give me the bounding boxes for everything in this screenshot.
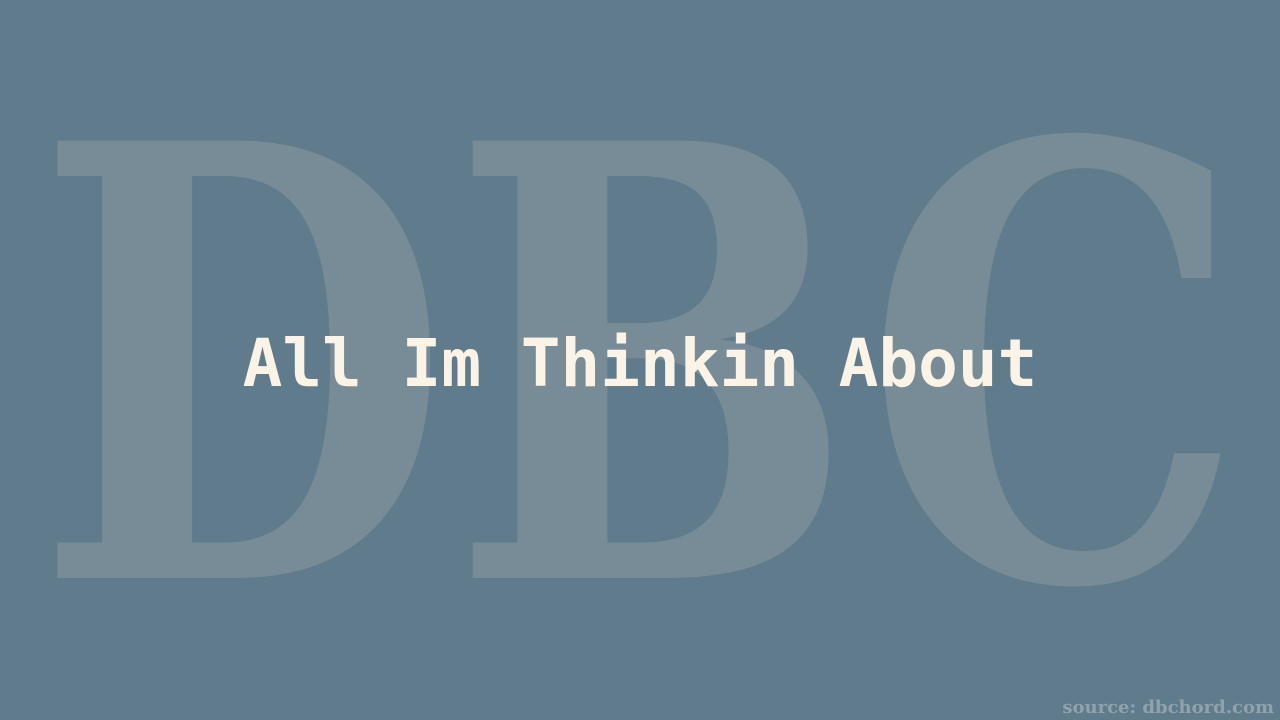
song-title: All Im Thinkin About <box>242 325 1038 402</box>
source-credit: source: dbchord.com <box>1062 697 1274 718</box>
